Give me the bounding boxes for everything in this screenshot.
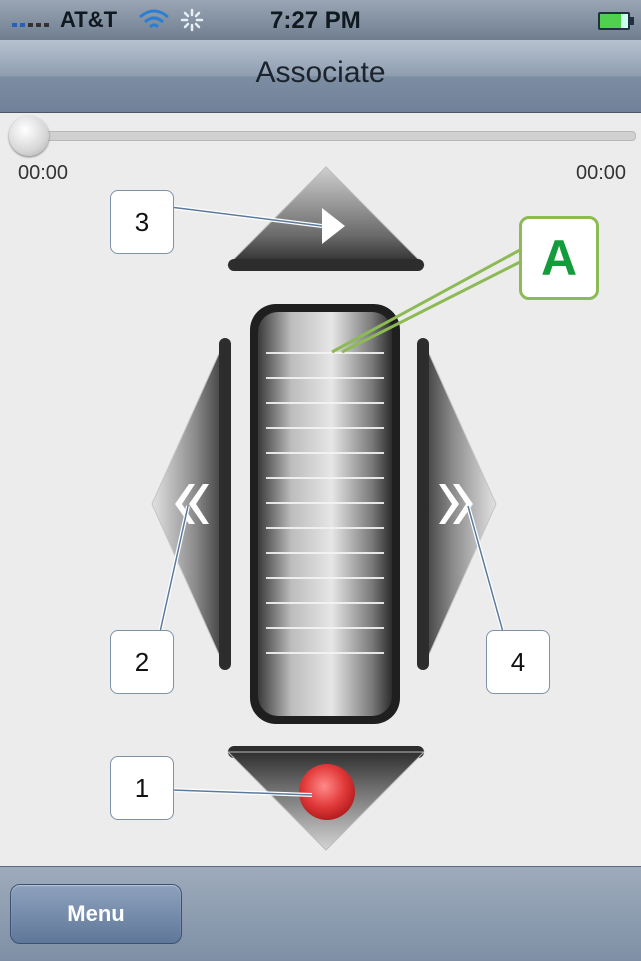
record-button[interactable] <box>226 746 426 851</box>
record-icon <box>299 764 355 820</box>
wifi-icon <box>139 9 169 29</box>
callout-a: A <box>519 216 599 300</box>
signal-bars-icon <box>12 23 49 27</box>
callout-3: 3 <box>110 190 174 254</box>
carrier-label: AT&T <box>60 7 118 32</box>
page-title: Associate <box>255 56 386 89</box>
menu-button[interactable]: Menu <box>10 884 182 944</box>
fast-forward-button[interactable] <box>417 338 497 670</box>
status-bar: AT&T 7:27 PM <box>0 0 641 40</box>
jog-wheel[interactable] <box>250 304 400 724</box>
progress-slider-thumb[interactable] <box>9 116 49 156</box>
activity-spinner-icon <box>180 8 204 32</box>
callout-1: 1 <box>110 756 174 820</box>
status-time: 7:27 PM <box>270 7 361 34</box>
battery-icon <box>598 12 634 30</box>
progress-slider-track[interactable] <box>14 131 636 141</box>
callout-2: 2 <box>110 630 174 694</box>
callout-4: 4 <box>486 630 550 694</box>
navigation-bar: Associate <box>0 40 641 113</box>
